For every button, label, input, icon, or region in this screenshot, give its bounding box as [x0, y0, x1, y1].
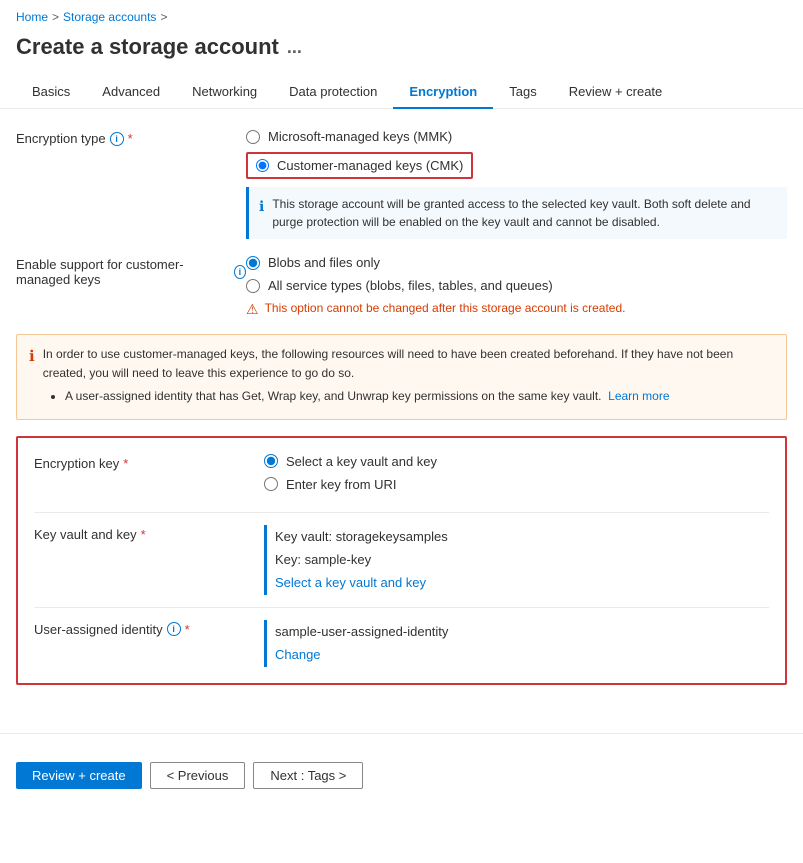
alert-text: In order to use customer-managed keys, t… — [43, 345, 774, 383]
key-name: Key: sample-key — [275, 548, 769, 571]
identity-value: sample-user-assigned-identity — [275, 620, 769, 643]
warning-text: This option cannot be changed after this… — [265, 301, 626, 315]
radio-cmk-label: Customer-managed keys (CMK) — [277, 158, 463, 173]
change-identity-link[interactable]: Change — [275, 647, 321, 662]
support-info-icon[interactable]: i — [234, 265, 246, 279]
alert-header: ℹ In order to use customer-managed keys,… — [29, 345, 774, 383]
radio-select-key[interactable] — [264, 454, 278, 468]
radio-mmk-label: Microsoft-managed keys (MMK) — [268, 129, 452, 144]
alert-list: A user-assigned identity that has Get, W… — [65, 387, 774, 406]
warning-row: ⚠ This option cannot be changed after th… — [246, 301, 787, 318]
radio-all[interactable] — [246, 279, 260, 293]
cmk-selected-box: Customer-managed keys (CMK) — [246, 152, 473, 179]
support-row: Enable support for customer-managed keys… — [16, 255, 787, 318]
identity-row: User-assigned identity i * sample-user-a… — [34, 620, 769, 667]
radio-select-key-label: Select a key vault and key — [286, 454, 437, 469]
breadcrumb: Home > Storage accounts > — [0, 0, 803, 30]
tab-advanced[interactable]: Advanced — [86, 76, 176, 109]
cmk-info-box: ℹ This storage account will be granted a… — [246, 187, 787, 239]
radio-blobs-option[interactable]: Blobs and files only — [246, 255, 787, 270]
warning-icon: ⚠ — [246, 301, 259, 318]
identity-info-icon[interactable]: i — [167, 622, 181, 636]
radio-mmk[interactable] — [246, 130, 260, 144]
encryption-key-label: Encryption key * — [34, 454, 264, 471]
footer: Review + create < Previous Next : Tags > — [0, 750, 803, 801]
cmk-info-icon: ℹ — [259, 196, 264, 231]
radio-blobs[interactable] — [246, 256, 260, 270]
alert-icon: ℹ — [29, 345, 35, 369]
page-title: Create a storage account ... — [0, 30, 803, 76]
alert-box: ℹ In order to use customer-managed keys,… — [16, 334, 787, 420]
vault-name: Key vault: storagekeysamples — [275, 525, 769, 548]
encryption-key-row: Encryption key * Select a key vault and … — [34, 454, 769, 500]
tab-basics[interactable]: Basics — [16, 76, 86, 109]
radio-uri[interactable] — [264, 477, 278, 491]
learn-more-link[interactable]: Learn more — [608, 389, 669, 403]
encryption-type-info-icon[interactable]: i — [110, 132, 124, 146]
key-vault-label: Key vault and key * — [34, 525, 264, 542]
radio-all-option[interactable]: All service types (blobs, files, tables,… — [246, 278, 787, 293]
radio-mmk-option[interactable]: Microsoft-managed keys (MMK) — [246, 129, 787, 144]
vault-required: * — [141, 527, 146, 542]
radio-select-key-option[interactable]: Select a key vault and key — [264, 454, 769, 469]
tab-data-protection[interactable]: Data protection — [273, 76, 393, 109]
previous-button[interactable]: < Previous — [150, 762, 246, 789]
encryption-type-label: Encryption type i * — [16, 129, 246, 146]
radio-uri-option[interactable]: Enter key from URI — [264, 477, 769, 492]
support-control: Blobs and files only All service types (… — [246, 255, 787, 318]
radio-uri-label: Enter key from URI — [286, 477, 397, 492]
identity-required: * — [185, 622, 190, 637]
section-divider1 — [34, 512, 769, 513]
cmk-info-text: This storage account will be granted acc… — [272, 195, 777, 231]
radio-all-label: All service types (blobs, files, tables,… — [268, 278, 553, 293]
key-vault-text: Key vault: storagekeysamples Key: sample… — [264, 525, 769, 595]
identity-label: User-assigned identity i * — [34, 620, 264, 637]
radio-cmk[interactable] — [256, 159, 269, 172]
breadcrumb-home[interactable]: Home — [16, 10, 48, 24]
footer-separator — [0, 733, 803, 734]
tab-bar: Basics Advanced Networking Data protecti… — [0, 76, 803, 109]
radio-blobs-label: Blobs and files only — [268, 255, 380, 270]
encryption-type-row: Encryption type i * Microsoft-managed ke… — [16, 129, 787, 239]
breadcrumb-sep2: > — [160, 10, 167, 24]
ellipsis: ... — [287, 37, 302, 58]
next-button[interactable]: Next : Tags > — [253, 762, 363, 789]
encryption-type-control: Microsoft-managed keys (MMK) Customer-ma… — [246, 129, 787, 239]
support-label: Enable support for customer-managed keys… — [16, 255, 246, 287]
key-vault-row: Key vault and key * Key vault: storageke… — [34, 525, 769, 595]
tab-encryption[interactable]: Encryption — [393, 76, 493, 109]
encryption-key-control: Select a key vault and key Enter key fro… — [264, 454, 769, 500]
key-vault-control: Key vault: storagekeysamples Key: sample… — [264, 525, 769, 595]
content-area: Encryption type i * Microsoft-managed ke… — [0, 109, 803, 717]
encryption-type-required: * — [128, 131, 133, 146]
identity-text: sample-user-assigned-identity Change — [264, 620, 769, 667]
tab-review-create[interactable]: Review + create — [553, 76, 679, 109]
breadcrumb-storage[interactable]: Storage accounts — [63, 10, 156, 24]
section-divider2 — [34, 607, 769, 608]
key-required: * — [123, 456, 128, 471]
encryption-key-section: Encryption key * Select a key vault and … — [16, 436, 787, 685]
review-create-button[interactable]: Review + create — [16, 762, 142, 789]
alert-bullet: A user-assigned identity that has Get, W… — [65, 387, 774, 406]
identity-control: sample-user-assigned-identity Change — [264, 620, 769, 667]
tab-tags[interactable]: Tags — [493, 76, 552, 109]
breadcrumb-sep1: > — [52, 10, 59, 24]
select-vault-link[interactable]: Select a key vault and key — [275, 575, 426, 590]
tab-networking[interactable]: Networking — [176, 76, 273, 109]
